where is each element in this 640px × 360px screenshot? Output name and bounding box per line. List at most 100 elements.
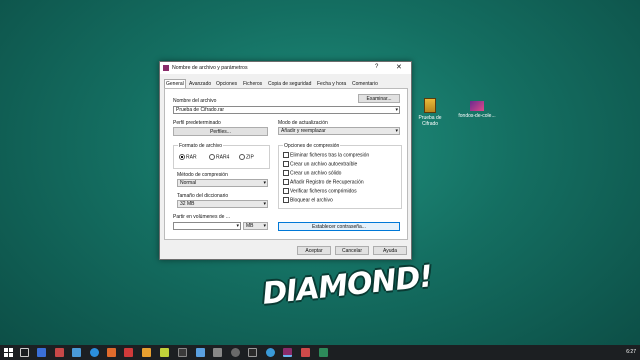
archive-name-input[interactable]: Prueba de Cifrado.rar ▾ (173, 106, 400, 114)
set-password-button[interactable]: Establecer contraseña... (278, 222, 400, 231)
tab-ficheros[interactable]: Ficheros (242, 80, 263, 88)
checkbox-label: Eliminar ficheros tras la compresión (290, 152, 370, 159)
compression-value: Normal (180, 180, 197, 186)
split-unit-select[interactable]: MB ▾ (243, 222, 268, 230)
task-view-icon[interactable] (20, 348, 29, 357)
windows-start-icon[interactable] (4, 348, 13, 357)
checkbox-label: Verificar ficheros comprimidos (290, 188, 357, 195)
desktop-icon-fondos[interactable]: fondos-de-cole... (455, 98, 499, 119)
split-unit-value: MB (246, 223, 254, 229)
radio-rar4[interactable]: RAR4 (209, 154, 229, 160)
split-label: Partir en volúmenes de ... (173, 214, 230, 220)
tab-opciones[interactable]: Opciones (215, 80, 238, 88)
winrar-archive-icon (424, 98, 436, 113)
chevron-down-icon: ▾ (263, 223, 266, 229)
winrar-taskbar-icon[interactable] (283, 348, 292, 357)
checkbox-label: Bloquear el archivo (290, 197, 333, 204)
taskbar-app-icon[interactable] (124, 348, 133, 357)
chevron-down-icon[interactable]: ▾ (395, 107, 398, 114)
dictionary-label: Tamaño del diccionario (177, 193, 229, 199)
checkbox-label: Crear un archivo autoextraíble (290, 161, 358, 168)
taskbar-app-icon[interactable] (319, 348, 328, 357)
archive-name-dialog: Nombre de archivo y parámetros ? ✕ Gener… (159, 61, 412, 260)
options-group-title: Opciones de compresión (283, 143, 341, 149)
taskbar-app-icon[interactable] (178, 348, 187, 357)
dictionary-select[interactable]: 32 MB ▾ (177, 200, 268, 208)
tab-copia-de-seguridad[interactable]: Copia de seguridad (267, 80, 312, 88)
winrar-app-icon (163, 65, 169, 71)
taskbar-app-icon[interactable] (160, 348, 169, 357)
radio-selected-icon (179, 154, 185, 160)
chevron-down-icon: ▾ (263, 201, 266, 207)
taskbar: 6:27 (0, 345, 640, 360)
compression-select[interactable]: Normal ▾ (177, 179, 268, 187)
checkbox-label: Crear un archivo sólido (290, 170, 342, 177)
format-group: Formato de archivo RAR RAR4 ZIP (173, 143, 270, 169)
update-mode-select[interactable]: Añadir y reemplazar ▾ (278, 127, 400, 135)
profiles-button[interactable]: Perfiles... (173, 127, 268, 136)
browse-button[interactable]: Examinar... (358, 94, 400, 103)
update-mode-value: Añadir y reemplazar (281, 128, 326, 134)
profile-label: Perfil predeterminado (173, 120, 221, 126)
checkbox-icon (283, 170, 289, 176)
checkbox-verify[interactable]: Verificar ficheros comprimidos (283, 188, 357, 194)
desktop-icon-prueba-de-cifrado[interactable]: Prueba de Cifrado (415, 98, 445, 127)
checkbox-delete-after[interactable]: Eliminar ficheros tras la compresión (283, 152, 369, 158)
taskbar-app-icon[interactable] (55, 348, 64, 357)
radio-icon (209, 154, 215, 160)
taskbar-app-icon[interactable] (37, 348, 46, 357)
dialog-titlebar: Nombre de archivo y parámetros ? ✕ (160, 62, 411, 74)
taskbar-app-icon[interactable] (196, 348, 205, 357)
checkbox-sfx[interactable]: Crear un archivo autoextraíble (283, 161, 357, 167)
checkbox-icon (283, 161, 289, 167)
taskbar-clock[interactable]: 6:27 (626, 349, 636, 355)
image-file-icon (470, 101, 484, 111)
close-icon[interactable]: ✕ (396, 63, 402, 71)
update-mode-label: Modo de actualización (278, 120, 328, 126)
radio-icon (239, 154, 245, 160)
checkbox-icon (283, 152, 289, 158)
help-icon[interactable]: ? (375, 64, 378, 70)
radio-label: RAR4 (216, 154, 230, 161)
taskbar-app-icon[interactable] (248, 348, 257, 357)
desktop-icon-label: fondos-de-cole... (458, 113, 496, 119)
desktop-icon-label: Cifrado (421, 121, 439, 127)
checkbox-icon (283, 188, 289, 194)
archive-name-value: Prueba de Cifrado.rar (176, 107, 225, 113)
ok-button[interactable]: Aceptar (297, 246, 331, 255)
taskbar-app-icon[interactable] (231, 348, 240, 357)
radio-zip[interactable]: ZIP (239, 154, 254, 160)
checkbox-icon (283, 179, 289, 185)
tab-avanzado[interactable]: Avanzado (188, 80, 212, 88)
checkbox-solid[interactable]: Crear un archivo sólido (283, 170, 341, 176)
dictionary-value: 32 MB (180, 201, 195, 207)
chevron-down-icon: ▾ (263, 180, 266, 186)
format-group-title: Formato de archivo (178, 143, 224, 149)
taskbar-app-icon[interactable] (107, 348, 116, 357)
checkbox-icon (283, 197, 289, 203)
chevron-down-icon: ▾ (395, 128, 398, 134)
compression-label: Método de compresión (177, 172, 228, 178)
archive-name-label: Nombre del archivo (173, 98, 217, 104)
taskbar-app-icon[interactable] (213, 348, 222, 357)
taskbar-app-icon[interactable] (266, 348, 275, 357)
radio-rar[interactable]: RAR (179, 154, 197, 160)
radio-label: RAR (186, 154, 197, 161)
edge-browser-icon[interactable] (90, 348, 99, 357)
compression-options-group: Opciones de compresión Eliminar ficheros… (278, 143, 402, 209)
tab-fecha-y-hora[interactable]: Fecha y hora (316, 80, 347, 88)
checkbox-lock[interactable]: Bloquear el archivo (283, 197, 333, 203)
taskbar-app-icon[interactable] (72, 348, 81, 357)
cancel-button[interactable]: Cancelar (335, 246, 369, 255)
tab-comentario[interactable]: Comentario (351, 80, 379, 88)
split-size-input[interactable]: ▾ (173, 222, 241, 230)
diamond-logo: DIAMOND! (260, 259, 434, 312)
checkbox-recovery-record[interactable]: Añadir Registro de Recuperación (283, 179, 364, 185)
help-button[interactable]: Ayuda (373, 246, 407, 255)
taskbar-app-icon[interactable] (142, 348, 151, 357)
taskbar-app-icon[interactable] (301, 348, 310, 357)
general-panel: Nombre del archivo Examinar... Prueba de… (164, 88, 408, 240)
dialog-title: Nombre de archivo y parámetros (172, 65, 248, 71)
checkbox-label: Añadir Registro de Recuperación (290, 179, 364, 186)
chevron-down-icon[interactable]: ▾ (236, 223, 239, 230)
